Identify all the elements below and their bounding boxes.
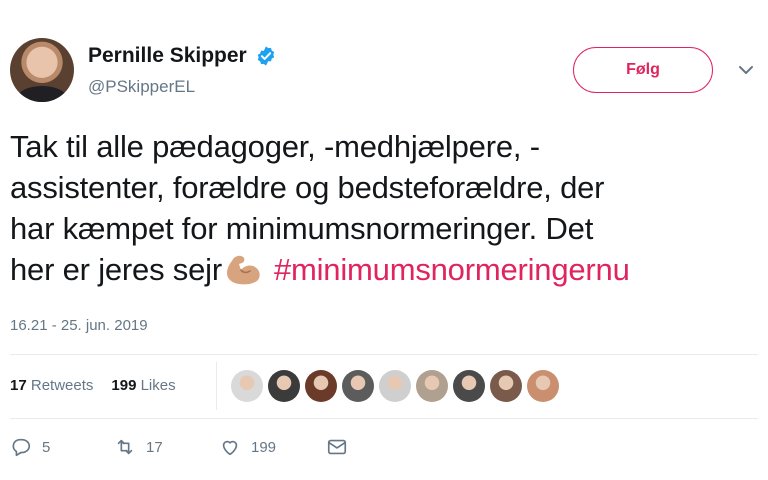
likes-label: Likes bbox=[140, 377, 176, 394]
likes-count: 199 bbox=[111, 377, 137, 394]
flexed-biceps-icon bbox=[226, 255, 260, 285]
tweet-line: assistenter, forældre og bedsteforældre,… bbox=[10, 170, 605, 205]
liker-avatar-4[interactable] bbox=[342, 370, 374, 402]
tweet-line-last: her er jeres sejr #minimumsnormeringernu bbox=[10, 249, 760, 290]
reply-count: 5 bbox=[42, 438, 51, 456]
avatar-shirt bbox=[18, 86, 66, 102]
liker-avatar-8[interactable] bbox=[490, 370, 522, 402]
reply-icon bbox=[12, 438, 31, 457]
divider bbox=[10, 418, 758, 419]
tweet-actions: 5 17 199 bbox=[10, 436, 348, 458]
liker-avatar-5[interactable] bbox=[379, 370, 411, 402]
liker-avatar-2[interactable] bbox=[268, 370, 300, 402]
reply-button[interactable]: 5 bbox=[10, 436, 114, 458]
envelope-icon bbox=[327, 439, 347, 455]
verified-badge-icon bbox=[257, 46, 274, 66]
tweet-timestamp[interactable]: 16.21 - 25. jun. 2019 bbox=[10, 317, 148, 334]
liker-avatar-3[interactable] bbox=[305, 370, 337, 402]
likes-stat[interactable]: 199 Likes bbox=[111, 377, 175, 394]
likers-avatars bbox=[231, 370, 559, 402]
stats-separator bbox=[216, 362, 217, 410]
liker-avatar-9[interactable] bbox=[527, 370, 559, 402]
tweet-line: har kæmpet for minimumsnormeringer. Det bbox=[10, 211, 594, 246]
divider bbox=[10, 354, 758, 355]
engagement-stats: 17 Retweets 199 Likes bbox=[10, 377, 176, 394]
author-avatar[interactable] bbox=[10, 38, 74, 102]
liker-avatar-7[interactable] bbox=[453, 370, 485, 402]
author-name[interactable]: Pernille Skipper bbox=[88, 44, 247, 68]
chevron-down-icon[interactable] bbox=[738, 62, 754, 78]
retweets-stat[interactable]: 17 Retweets bbox=[10, 377, 93, 394]
author-handle[interactable]: @PSkipperEL bbox=[88, 77, 195, 97]
hashtag-link[interactable]: #minimumsnormeringernu bbox=[274, 252, 630, 287]
tweet-line: her er jeres sejr bbox=[10, 252, 222, 287]
follow-button[interactable]: Følg bbox=[573, 47, 713, 93]
liker-avatar-1[interactable] bbox=[231, 370, 263, 402]
liker-avatar-6[interactable] bbox=[416, 370, 448, 402]
retweet-count: 17 bbox=[146, 438, 163, 456]
direct-message-button[interactable] bbox=[326, 436, 348, 458]
like-button[interactable]: 199 bbox=[219, 436, 326, 458]
retweets-count: 17 bbox=[10, 377, 27, 394]
retweet-button[interactable]: 17 bbox=[114, 436, 219, 458]
like-count: 199 bbox=[251, 438, 277, 456]
tweet-text: Tak til alle pædagoger, -medhjælpere, - … bbox=[10, 126, 760, 290]
heart-icon bbox=[222, 440, 238, 456]
retweets-label: Retweets bbox=[30, 377, 94, 394]
retweet-icon bbox=[117, 439, 133, 455]
tweet-line: Tak til alle pædagoger, -medhjælpere, - bbox=[10, 129, 540, 164]
author-name-row: Pernille Skipper bbox=[88, 44, 277, 68]
